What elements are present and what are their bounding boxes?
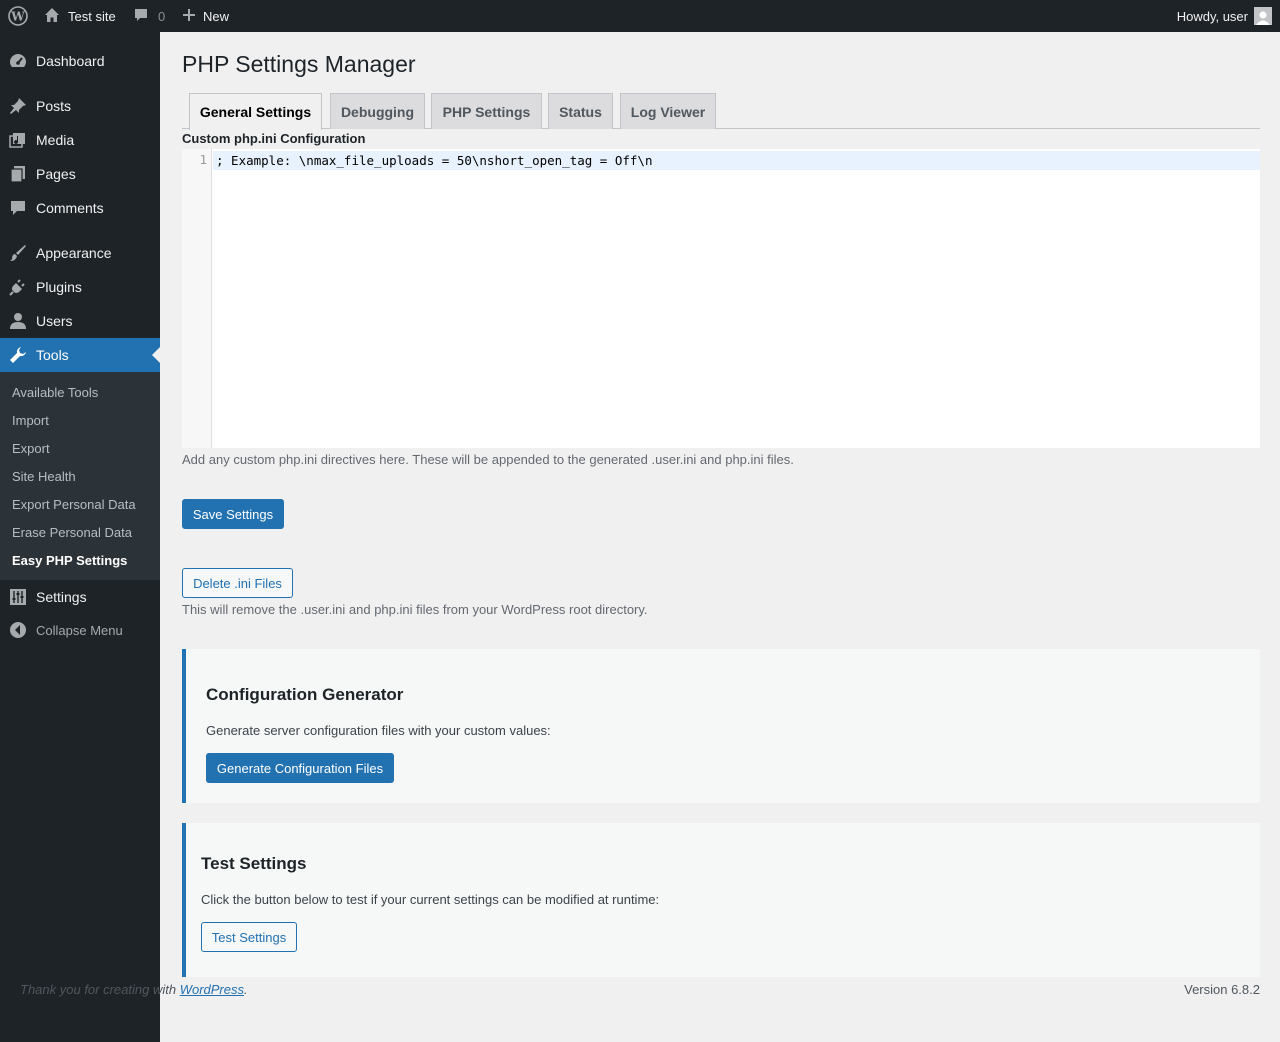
sidebar-item-comments[interactable]: Comments [0,191,160,225]
test-settings-card: Test Settings Click the button below to … [182,823,1260,977]
comment-icon [0,199,36,217]
current-menu-arrow [152,347,160,363]
sidebar-item-posts[interactable]: Posts [0,89,160,123]
collapse-arrow-icon [0,621,36,639]
new-label: New [203,8,230,24]
sidebar-item-settings[interactable]: Settings [0,580,160,614]
delete-description: This will remove the .user.ini and php.i… [182,602,648,617]
media-icon [0,131,36,149]
custom-ini-description: Add any custom php.ini directives here. … [182,452,794,467]
wrench-icon [0,346,36,364]
avatar [1254,7,1272,25]
howdy-text: Howdy, user [1176,8,1248,24]
site-name: Test site [68,8,116,24]
main-content: PHP Settings Manager General Settings De… [160,32,1280,1042]
sidebar-item-tools[interactable]: Tools [0,338,160,372]
generator-title: Configuration Generator [206,685,404,704]
sliders-icon [0,588,36,606]
sidebar-item-appearance[interactable]: Appearance [0,236,160,270]
sidebar-item-plugins[interactable]: Plugins [0,270,160,304]
site-link[interactable]: Test site [44,0,116,32]
account-menu[interactable]: Howdy, user [1177,0,1272,32]
test-settings-title: Test Settings [201,854,307,873]
wordpress-link[interactable]: WordPress [180,982,244,997]
tab-php-settings[interactable]: PHP Settings [431,93,542,129]
generate-config-files-button[interactable]: Generate Configuration Files [206,753,394,783]
tab-general-settings[interactable]: General Settings [189,93,322,130]
plug-icon [0,278,36,296]
collapse-menu-label: Collapse Menu [36,622,123,638]
test-settings-text: Click the button below to test if your c… [201,892,660,907]
tools-submenu: Available Tools Import Export Site Healt… [0,372,160,580]
save-settings-button[interactable]: Save Settings [182,499,284,529]
line-number: 1 [199,152,207,167]
new-content-link[interactable]: New [183,0,229,32]
dashboard-icon [0,52,36,70]
delete-ini-files-button[interactable]: Delete .ini Files [182,568,293,598]
tab-status[interactable]: Status [548,93,613,129]
code-line[interactable]: ; Example: \nmax_file_uploads = 50\nshor… [213,151,1260,170]
tab-log-viewer[interactable]: Log Viewer [620,93,716,129]
generator-text: Generate server configuration files with… [206,723,551,738]
submenu-item-export-personal-data[interactable]: Export Personal Data [12,495,136,515]
test-settings-button[interactable]: Test Settings [201,922,297,952]
custom-ini-label: Custom php.ini Configuration [182,131,366,146]
admin-bar: W Test site 0 New Howdy, user [0,0,1280,32]
comments-count: 0 [158,8,166,24]
footer-version: Version 6.8.2 [1184,982,1260,997]
sidebar-item-media[interactable]: Media [0,123,160,157]
configuration-generator-card: Configuration Generator Generate server … [182,649,1260,803]
comments-link[interactable]: 0 [133,0,165,32]
wordpress-logo-icon[interactable]: W [0,0,35,32]
settings-tabs: General Settings Debugging PHP Settings … [182,93,1260,130]
plus-icon [183,8,195,24]
sidebar-item-pages[interactable]: Pages [0,157,160,191]
submenu-item-easy-php-settings[interactable]: Easy PHP Settings [12,551,127,571]
submenu-item-export[interactable]: Export [12,439,50,459]
page-title: PHP Settings Manager [182,51,416,77]
custom-ini-code-editor[interactable]: 1 ; Example: \nmax_file_uploads = 50\nsh… [182,149,1260,448]
comment-bubble-icon [133,7,149,26]
user-icon [0,312,36,330]
svg-text:W: W [10,10,25,24]
tab-debugging[interactable]: Debugging [330,93,425,129]
sidebar-item-dashboard[interactable]: Dashboard [0,44,160,78]
brush-icon [0,244,36,262]
submenu-item-erase-personal-data[interactable]: Erase Personal Data [12,523,132,543]
admin-sidebar: Dashboard Posts Media Pages Comments App… [0,32,160,1042]
collapse-menu-button[interactable]: Collapse Menu [0,617,160,643]
pages-icon [0,165,36,183]
sidebar-item-users[interactable]: Users [0,304,160,338]
line-number-gutter: 1 [182,149,212,448]
footer-thanks: Thank you for creating with WordPress. [20,982,248,997]
submenu-item-import[interactable]: Import [12,411,49,431]
submenu-item-available-tools[interactable]: Available Tools [12,383,98,403]
submenu-item-site-health[interactable]: Site Health [12,467,76,487]
home-icon [44,7,60,26]
pin-icon [0,97,36,115]
